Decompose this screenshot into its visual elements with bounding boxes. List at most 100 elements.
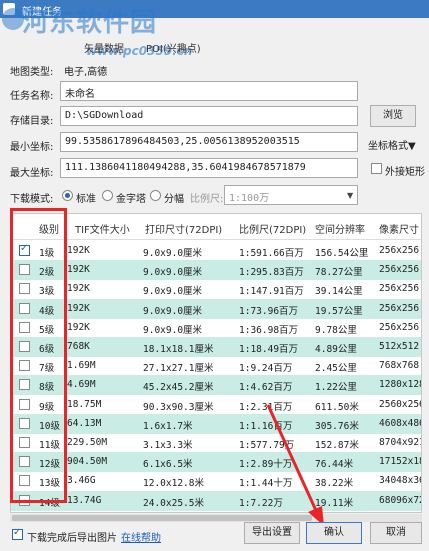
tab-poi[interactable]: POI(兴趣点) — [146, 40, 201, 55]
table-row[interactable]: 6级 768K 18.1x18.1厘米 1:18.49百万 4.89公里 512x512 — [11, 337, 421, 357]
table-row[interactable]: 1级 192K 9.0x9.0厘米 1:591.66百万 156.54公里 256x256 — [11, 241, 421, 261]
cell-res: 2.45公里 — [315, 363, 357, 375]
radio-standard-label: 标准 — [76, 194, 96, 205]
cell-tif: 229.50M — [67, 437, 108, 448]
radio-standard[interactable] — [62, 190, 73, 201]
table-row[interactable]: 10级 64.13M 1.6x1.7米 1:1.16百万 305.76米 4608x486… — [11, 413, 421, 434]
row-checkbox[interactable] — [19, 264, 30, 276]
cell-level: 2级 — [39, 267, 55, 279]
cell-print: 1.6x1.7米 — [143, 420, 193, 432]
row-checkbox[interactable] — [19, 379, 30, 391]
map-type-label: 地图类型: — [10, 67, 54, 78]
table-row[interactable]: 3级 192K 9.0x9.0厘米 1:147.91百万 39.14公里 256x256 — [11, 279, 421, 299]
cell-px: 34048x36096 — [379, 475, 421, 487]
cell-scale: 1:1.44十万 — [239, 478, 293, 490]
cell-px: 256x256 — [379, 321, 420, 333]
horizontal-scrollbar[interactable] — [10, 514, 422, 522]
row-checkbox[interactable] — [19, 475, 30, 487]
cell-tif: 64.13M — [67, 417, 102, 429]
online-help-link[interactable]: 在线帮助 — [121, 529, 161, 544]
row-checkbox[interactable] — [19, 321, 30, 333]
coord-format-button[interactable]: 坐标格式▼ — [368, 137, 416, 152]
browse-button[interactable]: 浏览 — [370, 105, 416, 127]
th-print-size[interactable]: 打印尺寸(72DPI) — [145, 221, 222, 236]
row-checkbox[interactable] — [19, 456, 30, 468]
row-checkbox[interactable] — [19, 283, 30, 295]
table-row[interactable]: 9级 18.75M 90.3x90.3厘米 1:2.31百万 611.50米 2560x2… — [11, 395, 421, 415]
watermark-logo-icon — [2, 8, 24, 30]
cell-px: 17152x18176 — [379, 456, 421, 468]
table-row[interactable]: 8级 4.69M 45.2x45.2厘米 1:4.62百万 1.22公里 1280x128… — [11, 375, 421, 396]
cell-px: 8704x9216 — [379, 437, 421, 448]
cell-print: 9.0x9.0厘米 — [143, 267, 203, 279]
radio-sheet[interactable] — [150, 190, 161, 201]
task-name-input[interactable]: 未命名 — [60, 81, 358, 101]
cell-px: 4608x4864 — [379, 417, 421, 429]
table-row[interactable]: 13级 3.46G 12.0x12.8米 1:1.44十万 38.22米 34048x36… — [11, 471, 421, 491]
table-row[interactable]: 14级 13.74G 24.0x25.5米 1:7.22万 19.11米 68096x72… — [11, 490, 421, 511]
cell-res: 38.22米 — [315, 478, 354, 490]
cell-tif: 1.69M — [67, 360, 96, 372]
cell-tif: 904.50M — [67, 456, 108, 468]
cell-res: 19.57公里 — [315, 305, 363, 317]
export-settings-button[interactable]: 导出设置 — [244, 522, 300, 544]
row-checkbox[interactable] — [19, 398, 30, 410]
row-checkbox[interactable] — [19, 494, 30, 506]
cell-level: 10级 — [39, 420, 60, 432]
table-row[interactable]: 12级 904.50M 6.1x6.5米 1:2.89十万 76.44米 17152x18… — [11, 452, 421, 473]
row-checkbox[interactable] — [19, 302, 30, 314]
export-after-checkbox[interactable] — [12, 527, 23, 540]
th-pixel-size[interactable]: 像素尺寸 — [379, 221, 419, 236]
row-checkbox[interactable] — [19, 437, 30, 448]
cell-level: 7级 — [39, 363, 55, 375]
scale-select[interactable]: 1:100万 — [224, 185, 358, 205]
cell-res: 76.44米 — [315, 459, 354, 471]
external-rect-label: 外接矩形 — [385, 167, 425, 178]
map-type-value: 电子,高德 — [64, 67, 108, 78]
cell-scale: 1:2.89十万 — [239, 459, 293, 471]
download-mode-label: 下载模式: — [10, 194, 54, 205]
cell-print: 12.0x12.8米 — [143, 478, 204, 490]
title-bar: 新建任务 — [0, 0, 429, 18]
cell-print: 6.1x6.5米 — [143, 459, 193, 471]
external-rect-checkbox[interactable] — [371, 163, 382, 174]
save-dir-input[interactable]: D:\SGDownload — [60, 106, 358, 126]
ok-button[interactable]: 确认 — [306, 522, 362, 544]
cell-level: 9级 — [39, 401, 55, 413]
radio-pyramid[interactable] — [102, 190, 113, 201]
cell-print: 3.1x3.3米 — [143, 440, 193, 451]
row-checkbox[interactable] — [19, 341, 30, 352]
table-row[interactable]: 5级 192K 9.0x9.0厘米 1:36.98百万 9.78公里 256x256 — [11, 318, 421, 338]
cell-tif: 192K — [67, 321, 90, 333]
min-coord-input[interactable]: 99.5358617896484503,25.0056138952003515 — [60, 132, 358, 152]
cell-scale: 1:7.22万 — [239, 497, 283, 509]
row-checkbox[interactable] — [19, 243, 30, 256]
cell-res: 611.50米 — [315, 401, 359, 413]
cell-res: 39.14公里 — [315, 286, 363, 298]
table-row[interactable]: 4级 192K 9.0x9.0厘米 1:73.96百万 19.57公里 256x256 — [11, 298, 421, 319]
scrollbar-thumb[interactable] — [12, 515, 312, 521]
th-scale[interactable]: 比例尺(72DPI) — [239, 221, 306, 236]
th-resolution[interactable]: 空间分辨率 — [315, 221, 365, 236]
cell-scale: 1:147.91百万 — [239, 286, 304, 298]
cell-scale: 1:73.96百万 — [239, 305, 299, 317]
cell-tif: 768K — [67, 341, 90, 352]
radio-sheet-label: 分幅 — [164, 194, 184, 205]
cell-level: 11级 — [39, 440, 60, 451]
cell-tif: 18.75M — [67, 398, 102, 410]
th-level[interactable]: 级别 — [39, 221, 59, 236]
max-coord-input[interactable]: 111.1386041180494288,35.6041984678571879 — [60, 158, 358, 178]
cell-res: 305.76米 — [315, 420, 359, 432]
table-row[interactable]: 11级 229.50M 3.1x3.3米 1:577.79万 152.87米 8704x9… — [11, 433, 421, 453]
table-row[interactable]: 7级 1.69M 27.1x27.1厘米 1:9.24百万 2.45公里 768x768 — [11, 356, 421, 376]
cell-px: 768x768 — [379, 360, 420, 372]
table-row[interactable]: 2级 192K 9.0x9.0厘米 1:295.83百万 78.27公里 256x256 — [11, 260, 421, 281]
cell-level: 1级 — [39, 248, 55, 259]
tab-vector-data[interactable]: 矢量数据 — [84, 40, 124, 55]
cell-px: 68096x72192 — [379, 494, 421, 506]
th-tif-size[interactable]: TIF文件大小 — [75, 221, 130, 236]
row-checkbox[interactable] — [19, 417, 30, 429]
table-header: 级别 TIF文件大小 打印尺寸(72DPI) 比例尺(72DPI) 空间分辨率 … — [11, 214, 421, 240]
cancel-button[interactable]: 取消 — [370, 522, 422, 544]
row-checkbox[interactable] — [19, 360, 30, 372]
